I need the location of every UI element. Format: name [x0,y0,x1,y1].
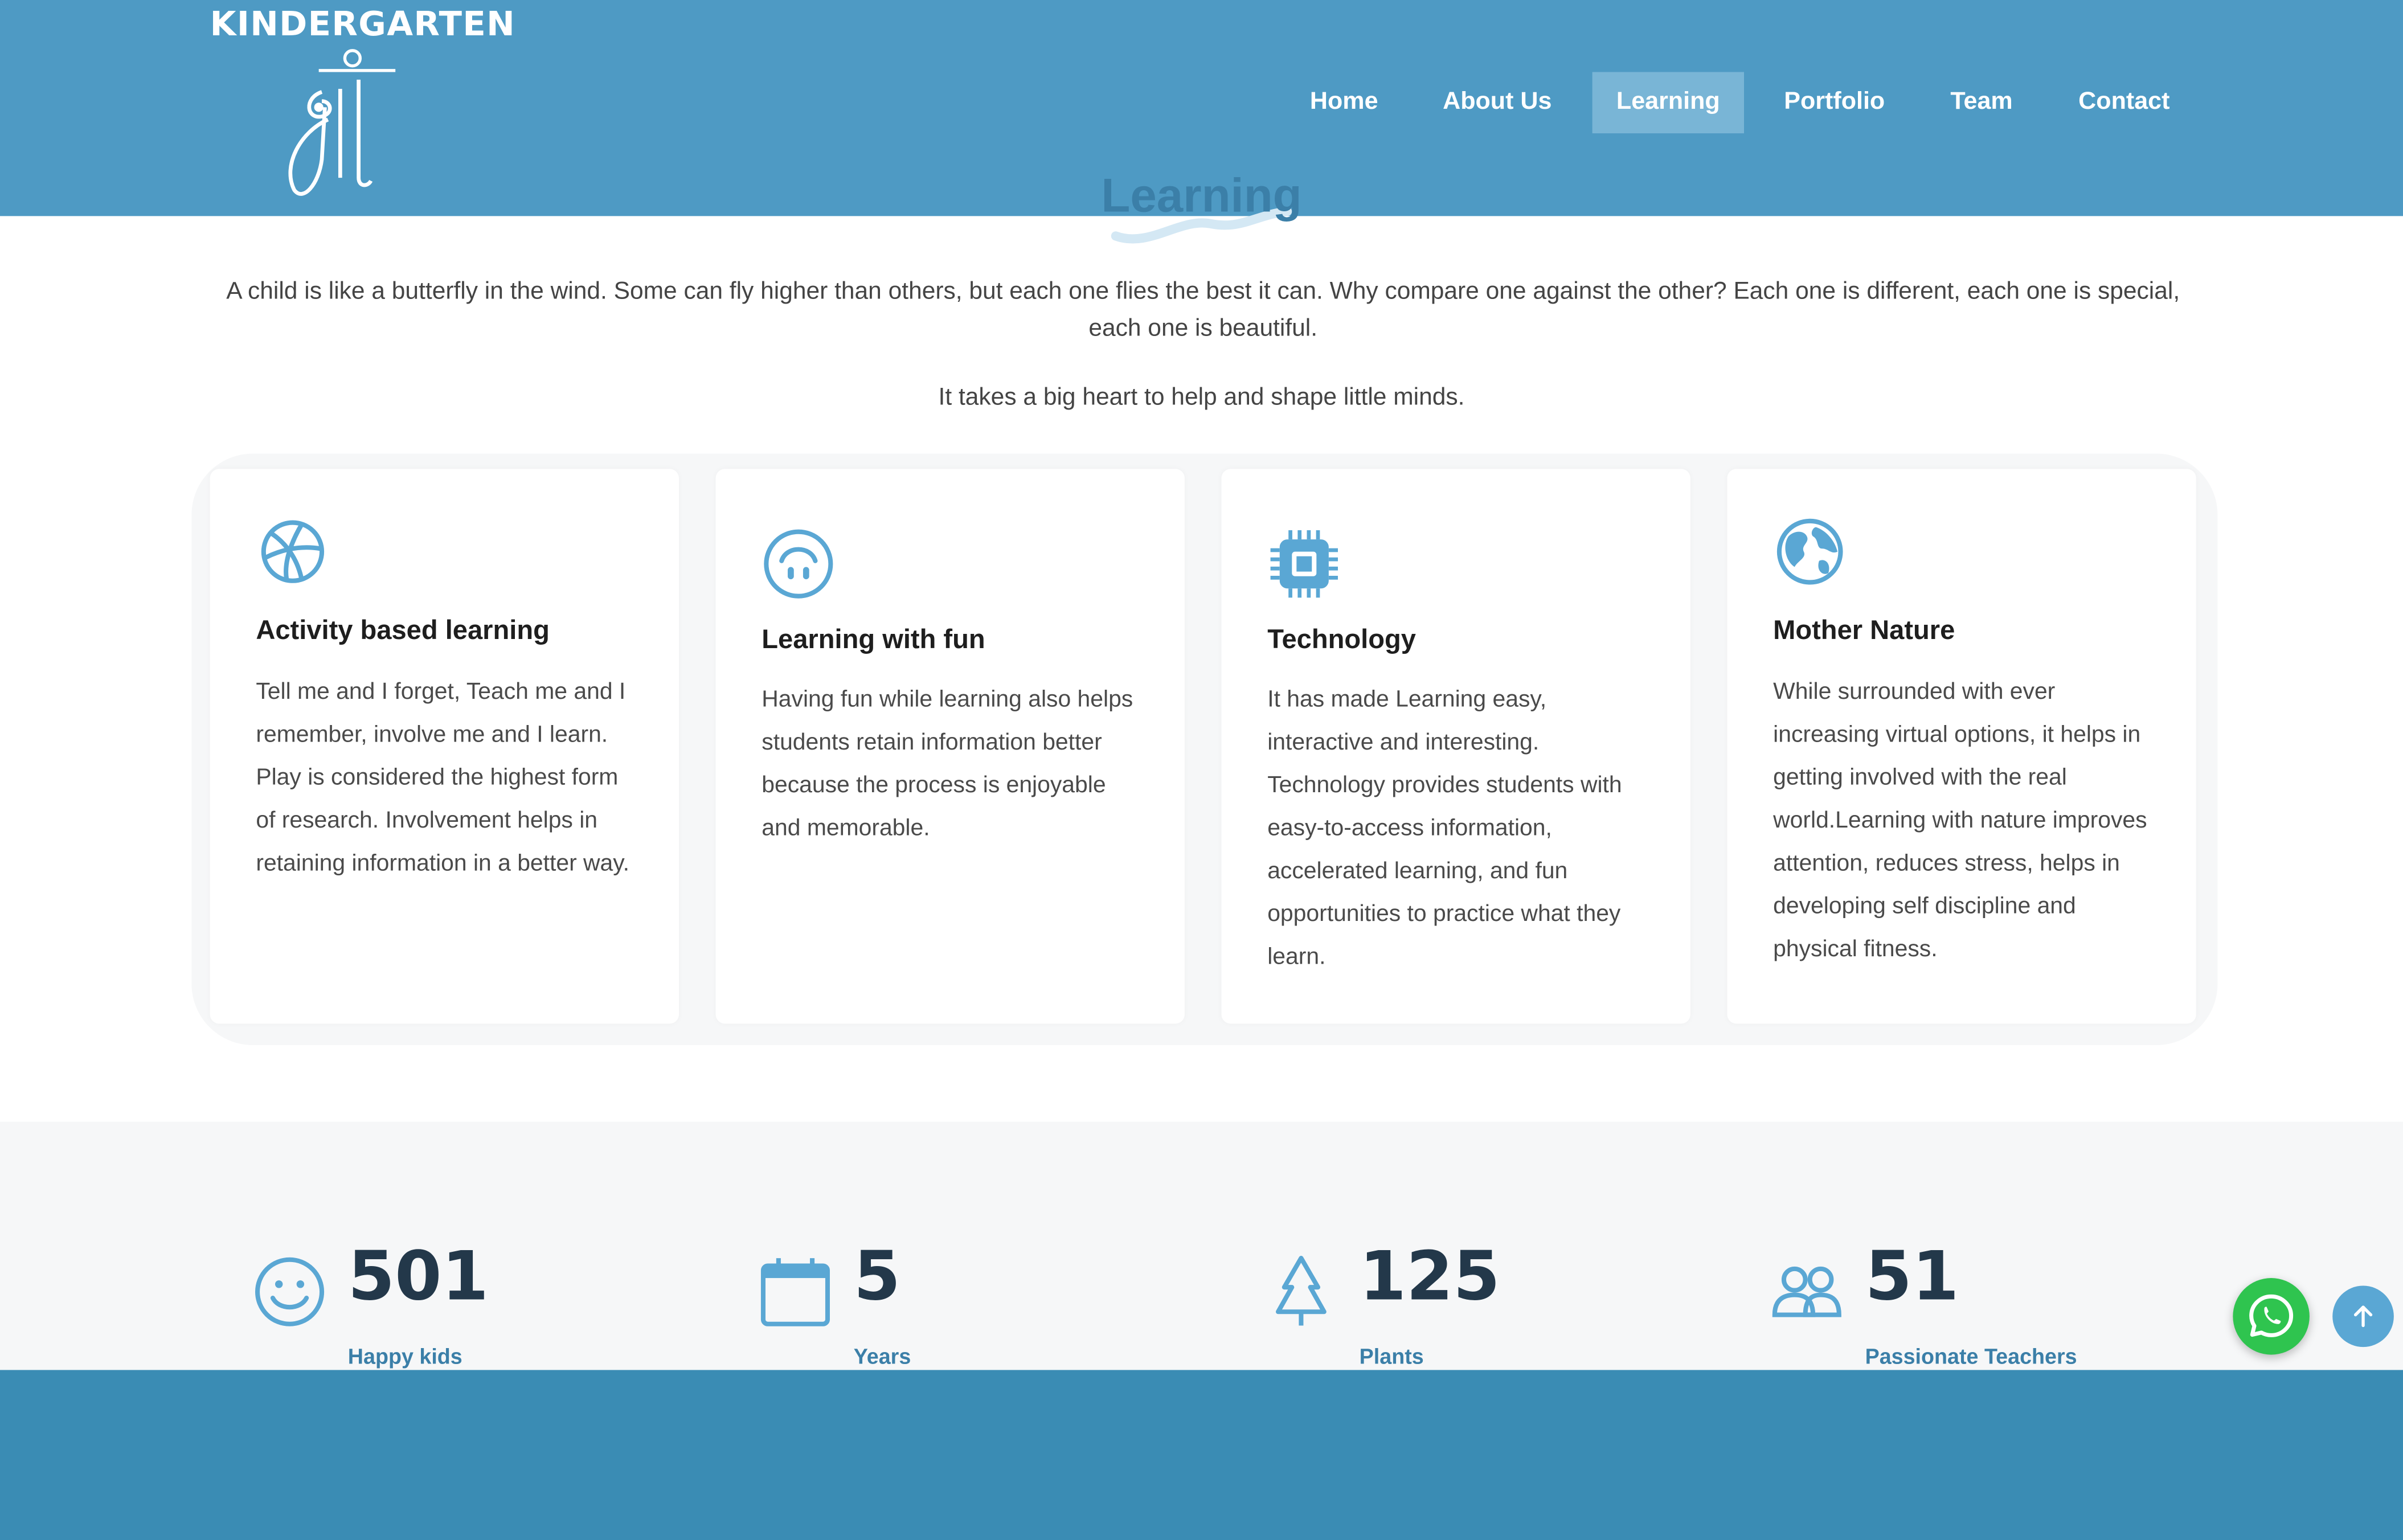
intro-paragraph: A child is like a butterfly in the wind.… [226,278,2180,342]
section-title: Learning [1101,168,1302,223]
arrow-up-icon [2353,1305,2373,1328]
card-title: Activity based learning [256,614,550,645]
upside-down-smile-icon [764,529,833,599]
card-technology: Technology It has made Learning easy, in… [1221,469,1690,1024]
card-text: It has made Learning easy, interactive a… [1267,686,1622,970]
nav-home[interactable]: Home [1287,72,1401,133]
tree-icon [1276,1256,1327,1326]
stat-value-passionate-teachers: 51 [1865,1238,1959,1317]
card-text: Tell me and I forget, Teach me and I rem… [256,678,630,877]
page: KINDERGARTEN Home About Us Learning Port… [0,0,2403,1540]
calendar-icon [760,1258,830,1326]
card-title: Learning with fun [762,624,985,654]
whatsapp-button[interactable] [2233,1278,2310,1355]
nav-portfolio[interactable]: Portfolio [1766,72,1903,133]
nav-contact[interactable]: Contact [2060,72,2188,133]
main-nav: Home About Us Learning Portfolio Team Co… [0,72,2403,134]
card-activity-based-learning: Activity based learning Tell me and I fo… [210,469,679,1024]
stat-value-happy-kids: 501 [347,1238,489,1317]
cpu-chip-icon [1270,530,1338,598]
smiley-icon [255,1257,325,1326]
nav-learning[interactable]: Learning [1592,72,1745,134]
intro-tagline: It takes a big heart to help and shape l… [938,384,1465,411]
nav-about-us[interactable]: About Us [1422,72,1573,133]
card-title: Mother Nature [1773,614,1955,645]
basketball-icon [261,520,325,583]
scroll-to-top-button[interactable] [2332,1285,2394,1348]
people-icon [1772,1266,1841,1317]
whatsapp-icon [2249,1294,2294,1337]
site-footer [0,1370,2403,1540]
card-title: Technology [1267,624,1416,654]
card-text: While surrounded with ever increasing vi… [1773,678,2147,962]
globe-icon [1776,518,1843,585]
card-text: Having fun while learning also helps stu… [762,686,1133,842]
card-mother-nature: Mother Nature While surrounded with ever… [1727,469,2196,1024]
stat-label-passionate-teachers: Passionate Teachers [1865,1344,2077,1369]
stat-value-years: 5 [853,1238,901,1317]
stat-value-plants: 125 [1359,1238,1500,1317]
stat-label-happy-kids: Happy kids [347,1344,462,1369]
brand-name[interactable]: KINDERGARTEN [210,6,515,44]
nav-team[interactable]: Team [1931,72,2032,133]
stat-label-years: Years [853,1344,911,1369]
stat-label-plants: Plants [1359,1344,1424,1369]
card-learning-with-fun: Learning with fun Having fun while learn… [715,469,1185,1024]
